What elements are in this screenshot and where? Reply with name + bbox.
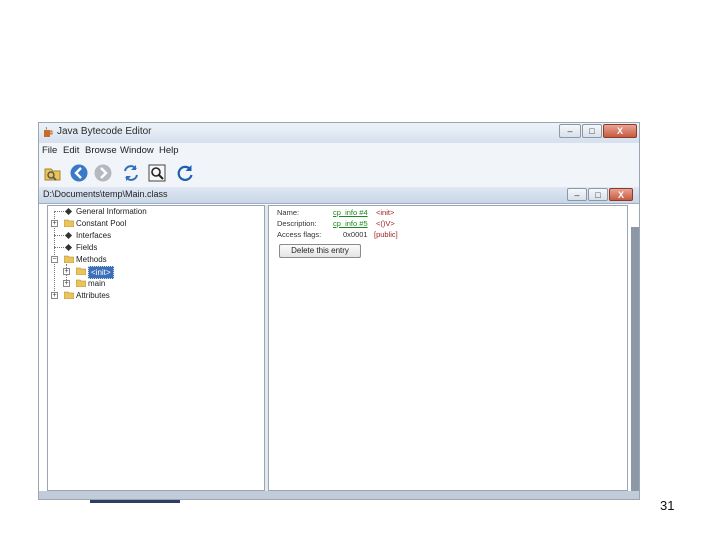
detail-pane: Name: cp_info #4 <init> Description: cp_…	[268, 205, 628, 491]
name-cp-link[interactable]: cp_info #4	[333, 208, 368, 217]
taskbar-fragment	[90, 500, 180, 503]
minimize-button[interactable]: –	[559, 124, 581, 138]
tree-item-attributes[interactable]: + Attributes	[50, 290, 260, 302]
description-value: <()V>	[376, 219, 395, 228]
folder-icon	[76, 279, 86, 287]
tree-connector	[54, 235, 64, 236]
folder-icon	[64, 291, 74, 299]
toolbar	[39, 160, 639, 188]
tree-item-init[interactable]: + <init>	[62, 266, 260, 279]
menu-help[interactable]: Help	[159, 145, 179, 156]
app-window: Java Bytecode Editor – □ X File Edit Bro…	[38, 122, 640, 500]
tree-item-fields[interactable]: Fields	[50, 242, 260, 254]
tree-item-general-information[interactable]: General Information	[50, 206, 260, 218]
bullet-icon	[64, 243, 73, 252]
tree-label: main	[88, 279, 106, 288]
restore-icon: □	[595, 190, 601, 200]
expand-icon[interactable]: +	[63, 280, 70, 287]
class-tree: General Information + Constant Pool Inte…	[47, 205, 265, 491]
tree-connector	[54, 211, 64, 212]
menu-edit[interactable]: Edit	[63, 145, 79, 156]
tree-item-methods[interactable]: − Methods	[50, 254, 260, 266]
document-title: D:\Documents\temp\Main.class	[43, 189, 168, 199]
tree-item-interfaces[interactable]: Interfaces	[50, 230, 260, 242]
minimize-icon: –	[567, 126, 573, 136]
back-arrow-icon[interactable]	[69, 163, 89, 183]
access-flags-name: [public]	[374, 230, 398, 239]
bullet-icon	[64, 207, 73, 216]
tree-label: Attributes	[76, 291, 110, 300]
tree-item-constant-pool[interactable]: + Constant Pool	[50, 218, 260, 230]
expand-icon[interactable]: +	[51, 292, 58, 299]
description-label: Description:	[277, 219, 317, 228]
expand-icon[interactable]: +	[51, 220, 58, 227]
maximize-button[interactable]: □	[582, 124, 602, 138]
coffee-cup-icon	[44, 127, 53, 137]
tree-label: Fields	[76, 243, 98, 252]
description-cp-link[interactable]: cp_info #5	[333, 219, 368, 228]
close-button[interactable]: X	[603, 124, 637, 138]
folder-icon	[76, 267, 86, 275]
bullet-icon	[64, 231, 73, 240]
name-value: <init>	[376, 208, 395, 217]
access-flags-label: Access flags:	[277, 230, 322, 239]
folder-icon	[64, 255, 74, 263]
expand-icon[interactable]: +	[63, 268, 70, 275]
name-label: Name:	[277, 208, 300, 217]
reload-icon[interactable]	[175, 163, 195, 183]
app-titlebar[interactable]: Java Bytecode Editor – □ X	[39, 123, 639, 143]
inspect-icon[interactable]	[147, 163, 167, 183]
slide-number: 31	[660, 498, 675, 513]
tree-label: Methods	[76, 255, 107, 264]
minimize-icon: –	[574, 190, 580, 200]
app-title: Java Bytecode Editor	[57, 126, 152, 137]
menu-browse[interactable]: Browse	[85, 145, 117, 156]
tree-label: General Information	[76, 207, 147, 216]
tree-label: Interfaces	[76, 231, 112, 240]
delete-entry-button[interactable]: Delete this entry	[279, 244, 361, 258]
menu-file[interactable]: File	[42, 145, 57, 156]
refresh-icon[interactable]	[121, 163, 141, 183]
maximize-icon: □	[589, 126, 595, 136]
tree-item-main[interactable]: + main	[62, 278, 260, 290]
document-window: D:\Documents\temp\Main.class – □ X Gener…	[39, 187, 639, 499]
tree-connector	[54, 247, 64, 248]
folder-icon	[64, 219, 74, 227]
open-file-icon[interactable]	[43, 163, 63, 183]
doc-restore-button[interactable]: □	[588, 188, 608, 201]
doc-minimize-button[interactable]: –	[567, 188, 587, 201]
close-icon: X	[617, 190, 624, 200]
document-titlebar[interactable]: D:\Documents\temp\Main.class – □ X	[39, 187, 639, 204]
right-border-strip	[631, 227, 639, 491]
bottom-border-strip	[39, 491, 639, 499]
access-flags-value: 0x0001	[343, 230, 368, 239]
close-icon: X	[616, 126, 623, 136]
menu-bar: File Edit Browse Window Help	[39, 143, 639, 161]
tree-label: Constant Pool	[76, 219, 127, 228]
forward-arrow-icon[interactable]	[93, 163, 113, 183]
collapse-icon[interactable]: −	[51, 256, 58, 263]
menu-window[interactable]: Window	[120, 145, 154, 156]
doc-close-button[interactable]: X	[609, 188, 633, 201]
